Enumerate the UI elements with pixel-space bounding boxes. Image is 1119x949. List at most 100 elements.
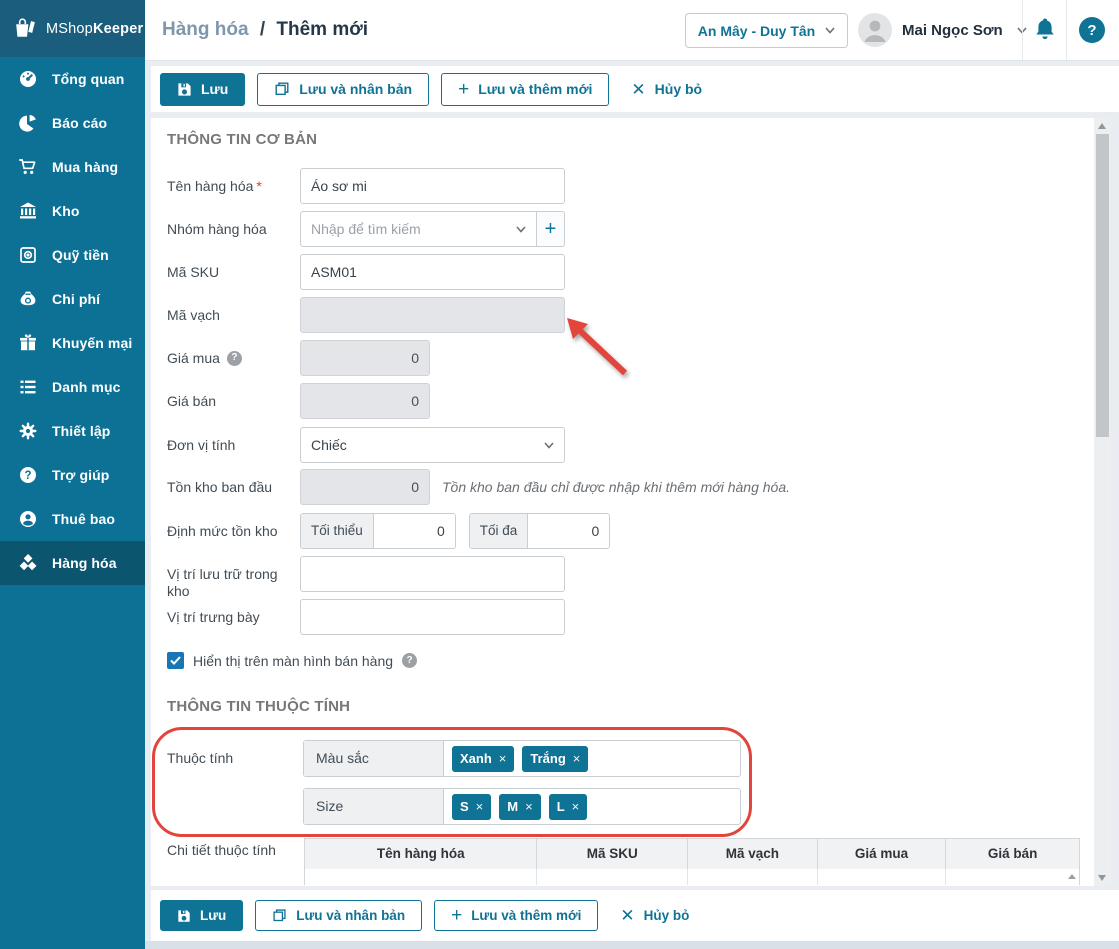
form-panel: THÔNG TIN CƠ BẢN Tên hàng hóa * Nhóm hàng… [151, 118, 1111, 886]
add-group-button[interactable]: + [537, 211, 565, 247]
required-asterisk: * [256, 178, 262, 194]
save-and-new-button[interactable]: + Lưu và thêm mới [441, 72, 610, 106]
help-icon: ? [18, 465, 38, 485]
scroll-down-icon[interactable] [1098, 875, 1106, 881]
user-menu[interactable]: Mai Ngọc Sơn [902, 0, 1027, 60]
breadcrumb-section[interactable]: Hàng hóa [162, 19, 249, 40]
product-group-select[interactable]: Nhập để tìm kiếm [300, 211, 537, 247]
avatar[interactable] [858, 13, 892, 47]
barcode-input [300, 297, 565, 333]
sku-label: Mã SKU [167, 264, 220, 280]
section-title-basic: THÔNG TIN CƠ BẢN [167, 131, 318, 148]
app-root: MShopKeeper Tổng quan Báo cáo Mua hàng K… [0, 0, 1119, 949]
save-duplicate-button[interactable]: Lưu và nhân bản [257, 72, 430, 106]
copy-icon [274, 81, 290, 97]
sidebar-item-thue-bao[interactable]: Thuê bao [0, 497, 145, 541]
sidebar-item-thiet-lap[interactable]: Thiết lập [0, 409, 145, 453]
plus-icon: + [544, 217, 557, 240]
sidebar-item-chi-phi[interactable]: Chi phí [0, 277, 145, 321]
toolbar: Lưu Lưu và nhân bản + Lưu và thêm mới ✕ … [151, 66, 1119, 112]
save-button[interactable]: Lưu [160, 72, 246, 106]
initial-stock-label: Tồn kho ban đầu [167, 479, 273, 495]
remove-tag-icon[interactable]: × [499, 751, 507, 766]
sidebar-item-danh-muc[interactable]: Danh mục [0, 365, 145, 409]
save-button[interactable]: Lưu [160, 900, 244, 931]
stock-max-label: Tối đa [469, 514, 529, 548]
product-group-label: Nhóm hàng hóa [167, 221, 267, 237]
sale-price-label: Giá bán [167, 393, 217, 409]
category-icon [18, 377, 38, 397]
attribute-name: Size [304, 789, 444, 824]
brand-logo[interactable]: MShopKeeper [0, 0, 145, 57]
product-name-input[interactable] [300, 168, 565, 204]
sidebar-item-tro-giup[interactable]: ? Trợ giúp [0, 453, 145, 497]
sidebar-item-tong-quan[interactable]: Tổng quan [0, 57, 145, 101]
initial-stock-note: Tồn kho ban đầu chỉ được nhập khi thêm m… [442, 479, 791, 495]
store-selector[interactable]: An Mây - Duy Tân [685, 13, 848, 48]
remove-tag-icon[interactable]: × [572, 799, 580, 814]
sidebar-item-kho[interactable]: Kho [0, 189, 145, 233]
scroll-up-icon[interactable] [1098, 123, 1106, 129]
initial-stock-input [300, 469, 430, 505]
warehouse-position-input[interactable] [300, 556, 565, 592]
notifications-button[interactable] [1033, 0, 1057, 60]
show-on-pos-help-icon[interactable]: ? [402, 653, 418, 668]
remove-tag-icon[interactable]: × [476, 799, 484, 814]
table-header-cell: Tên hàng hóa [305, 839, 538, 869]
show-on-pos-checkbox[interactable] [167, 652, 184, 669]
help-button[interactable]: ? [1079, 0, 1105, 60]
help-circle-icon: ? [1079, 17, 1105, 43]
footer-toolbar: Lưu Lưu và nhân bản + Lưu và thêm mới ✕ … [151, 890, 1119, 941]
scrollbar[interactable] [1094, 118, 1111, 886]
tag-chip: S × [452, 793, 492, 820]
warehouse-position-label: Vị trí lưu trữ trong kho [167, 566, 278, 599]
save-and-new-button[interactable]: + Lưu và thêm mới [434, 900, 599, 931]
scrollbar-thumb[interactable] [1096, 134, 1109, 437]
bottom-strip [145, 941, 1119, 949]
warehouse-icon [18, 201, 38, 221]
save-duplicate-button[interactable]: Lưu và nhân bản [255, 900, 423, 931]
table-header-row: Tên hàng hóa Mã SKU Mã vạch Giá mua Giá … [305, 839, 1080, 869]
section-title-attributes: THÔNG TIN THUỘC TÍNH [167, 698, 351, 715]
sidebar-item-bao-cao[interactable]: Báo cáo [0, 101, 145, 145]
sidebar-item-quy-tien[interactable]: Quỹ tiền [0, 233, 145, 277]
barcode-label: Mã vạch [167, 307, 220, 323]
display-position-label: Vị trí trưng bày [167, 609, 260, 625]
sidebar-item-khuyen-mai[interactable]: Khuyến mại [0, 321, 145, 365]
attribute-row-size[interactable]: Size S × M × L × [303, 788, 741, 825]
products-icon [18, 553, 38, 573]
table-row [305, 869, 1080, 885]
page-title: Thêm mới [276, 19, 369, 40]
brand-text: MShopKeeper [46, 20, 144, 37]
cancel-button[interactable]: ✕ Hủy bỏ [610, 900, 699, 931]
sidebar-item-mua-hang[interactable]: Mua hàng [0, 145, 145, 189]
close-icon: ✕ [631, 79, 646, 99]
report-icon [18, 113, 38, 133]
unit-select[interactable]: Chiếc [300, 427, 565, 463]
show-on-pos-label[interactable]: Hiển thị trên màn hình bán hàng [193, 653, 393, 669]
attributes-label: Thuộc tính [167, 750, 234, 766]
display-position-input[interactable] [300, 599, 565, 635]
attribute-name: Màu sắc [304, 741, 444, 776]
header: Hàng hóa / Thêm mới An Mây - Duy Tân Mai… [145, 0, 1119, 61]
shopping-bag-icon [12, 16, 37, 41]
stock-limit-label: Định mức tồn kho [167, 523, 278, 539]
sidebar: MShopKeeper Tổng quan Báo cáo Mua hàng K… [0, 0, 145, 949]
stock-max-input[interactable] [528, 514, 610, 548]
dashboard-icon [18, 69, 38, 89]
save-icon [177, 909, 191, 923]
sale-price-input [300, 383, 430, 419]
remove-tag-icon[interactable]: × [525, 799, 533, 814]
moneybag-icon [18, 289, 38, 309]
stock-min-input[interactable] [373, 514, 455, 548]
attribute-row-color[interactable]: Màu sắc Xanh × Trắng × [303, 740, 741, 777]
purchase-price-label: Giá mua? [167, 340, 300, 376]
sidebar-item-hang-hoa[interactable]: Hàng hóa [0, 541, 145, 585]
sku-input[interactable] [300, 254, 565, 290]
tag-chip: Xanh × [452, 745, 515, 772]
user-name: Mai Ngọc Sơn [902, 21, 1003, 39]
cancel-button[interactable]: ✕ Hủy bỏ [621, 73, 712, 106]
remove-tag-icon[interactable]: × [573, 751, 581, 766]
table-scroll-up-icon[interactable] [1068, 874, 1077, 879]
purchase-price-help-icon[interactable]: ? [226, 350, 242, 366]
